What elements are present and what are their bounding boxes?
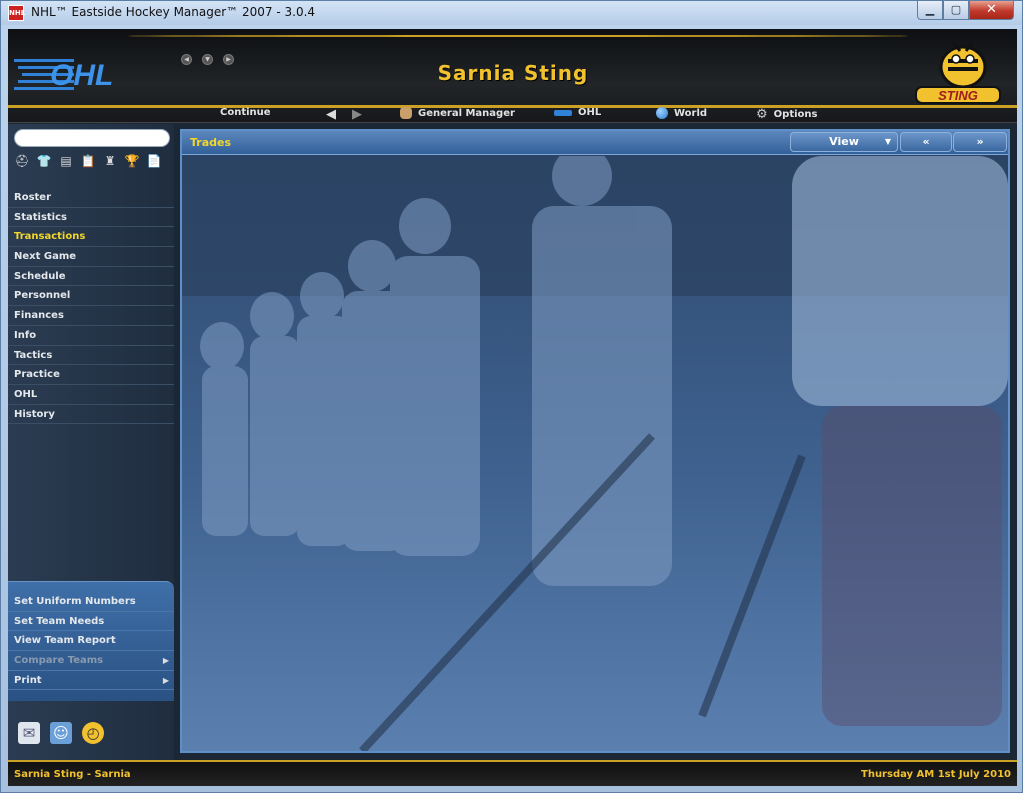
player-icon[interactable]: ♜ <box>102 154 118 169</box>
sidebar-item-ohl[interactable]: OHL <box>8 385 174 405</box>
panel-title: Trades <box>190 136 232 149</box>
compare-teams-label: Compare Teams <box>14 655 104 667</box>
sidebar-item-history[interactable]: History <box>8 405 174 425</box>
general-manager-label: General Manager <box>418 107 515 119</box>
assistant-icon[interactable]: ☺ <box>50 722 72 744</box>
set-team-needs-action[interactable]: Set Team Needs <box>8 612 174 632</box>
application-window: NHL NHL™ Eastside Hockey Manager™ 2007 -… <box>0 0 1023 793</box>
sidebar-item-practice[interactable]: Practice <box>8 365 174 385</box>
main-panel: Trades View ▼ « » <box>180 129 1010 753</box>
globe-icon <box>656 107 668 119</box>
team-title: Sarnia Sting <box>437 61 589 85</box>
sidebar-item-roster[interactable]: Roster <box>8 188 174 208</box>
general-manager-button[interactable]: General Manager <box>400 107 515 119</box>
mail-icon[interactable]: ✉ <box>18 722 40 744</box>
submenu-arrow-icon: ▶ <box>162 675 169 685</box>
world-button[interactable]: World <box>656 107 707 119</box>
game-area: OHL ◀ ▼ ▶ Sarnia Sting STING Continue ◀ … <box>8 29 1017 786</box>
document-icon[interactable]: 📄 <box>146 154 162 169</box>
sidebar-item-personnel[interactable]: Personnel <box>8 286 174 307</box>
jersey-icon[interactable]: 👕 <box>36 154 52 169</box>
sting-team-logo: STING <box>915 42 1001 104</box>
status-bar: Sarnia Sting - Sarnia Thursday AM 1st Ju… <box>8 760 1017 786</box>
helmet-icon[interactable]: ⛑ <box>14 154 30 169</box>
world-label: World <box>674 107 708 119</box>
ohl-nav-label: OHL <box>578 107 602 118</box>
board-icon[interactable]: ▤ <box>58 154 74 169</box>
sidebar-item-transactions[interactable]: Transactions <box>8 227 174 248</box>
sidebar-item-schedule[interactable]: Schedule <box>8 267 174 287</box>
forward-arrow-icon[interactable]: ▶ <box>352 107 362 122</box>
back-dot-icon[interactable]: ◀ <box>181 54 192 65</box>
sidebar-item-next-game[interactable]: Next Game <box>8 247 174 267</box>
stopwatch-icon[interactable]: ◴ <box>82 722 104 744</box>
submenu-arrow-icon: ▶ <box>162 656 169 666</box>
app-icon: NHL <box>8 5 25 21</box>
sidebar-icon-row: ⛑ 👕 ▤ 📋 ♜ 🏆 📄 <box>14 154 170 170</box>
sidebar-item-statistics[interactable]: Statistics <box>8 208 174 228</box>
close-button[interactable]: ✕ <box>969 1 1014 20</box>
title-bar[interactable]: NHL NHL™ Eastside Hockey Manager™ 2007 -… <box>1 1 1022 25</box>
status-team-location: Sarnia Sting - Sarnia <box>14 769 131 780</box>
previous-button[interactable]: « <box>900 132 952 152</box>
menu-dot-icon[interactable]: ▼ <box>202 54 213 65</box>
set-uniform-numbers-action[interactable]: Set Uniform Numbers <box>8 592 174 612</box>
ohl-logo-text: OHL <box>50 59 113 92</box>
manager-icon <box>400 107 412 119</box>
header-gold-arc <box>128 35 908 37</box>
ohl-nav-button[interactable]: OHL <box>554 107 601 118</box>
next-button[interactable]: » <box>953 132 1007 152</box>
sidebar-item-tactics[interactable]: Tactics <box>8 346 174 366</box>
panel-header: Trades View ▼ « » <box>182 131 1008 155</box>
top-nav: Continue ◀ ▶ General Manager OHL World ⚙… <box>8 101 1017 123</box>
print-label: Print <box>14 674 42 686</box>
gear-icon: ⚙ <box>756 107 768 122</box>
sidebar-menu: Roster Statistics Transactions Next Game… <box>8 188 174 425</box>
back-arrow-icon[interactable]: ◀ <box>326 107 336 122</box>
options-label: Options <box>773 109 818 120</box>
ohl-logo: OHL <box>14 59 113 92</box>
forward-dot-icon[interactable]: ▶ <box>223 54 234 65</box>
view-team-report-action[interactable]: View Team Report <box>8 631 174 652</box>
trophy-icon[interactable]: 🏆 <box>124 154 140 169</box>
maximize-button[interactable]: ▢ <box>943 1 969 20</box>
compare-teams-action[interactable]: Compare Teams ▶ <box>8 651 174 671</box>
view-dropdown-button[interactable]: View ▼ <box>790 132 898 152</box>
minimize-button[interactable]: ▁ <box>917 1 943 20</box>
status-date[interactable]: Thursday AM 1st July 2010 <box>861 769 1011 780</box>
sidebar-item-info[interactable]: Info <box>8 326 174 346</box>
view-button-label: View <box>829 135 859 148</box>
chevron-down-icon: ▼ <box>884 137 891 146</box>
continue-label: Continue <box>220 107 271 118</box>
actions-menu: Set Uniform Numbers Set Team Needs View … <box>8 592 174 691</box>
continue-button[interactable]: Continue <box>220 107 271 118</box>
sidebar-item-finances[interactable]: Finances <box>8 306 174 326</box>
options-button[interactable]: ⚙ Options <box>756 107 817 122</box>
bottom-icons: ✉ ☺ ◴ <box>18 722 104 744</box>
window-title: NHL™ Eastside Hockey Manager™ 2007 - 3.0… <box>31 5 316 19</box>
hockey-team-background-image <box>182 156 1008 751</box>
actions-panel: Set Uniform Numbers Set Team Needs View … <box>8 581 174 701</box>
sidebar: ⛑ 👕 ▤ 📋 ♜ 🏆 📄 Roster Statistics Transact… <box>8 124 174 760</box>
ohl-nav-icon <box>554 109 572 116</box>
print-action[interactable]: Print ▶ <box>8 671 174 691</box>
clipboard-icon[interactable]: 📋 <box>80 154 96 169</box>
search-input[interactable] <box>14 129 170 147</box>
